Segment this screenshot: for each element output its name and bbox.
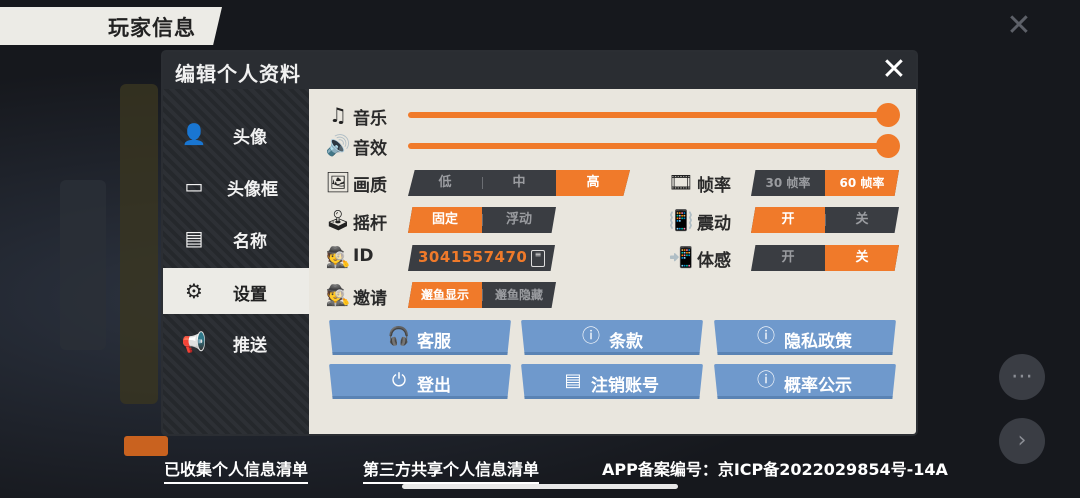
button-label: 注销账号 [591, 376, 659, 396]
joystick-selector: 固定 浮动 [408, 207, 556, 233]
screen-title-tab: 玩家信息 [0, 7, 222, 45]
sfx-slider[interactable] [408, 134, 900, 158]
power-icon: ⏻ [391, 370, 407, 391]
collected-info-link[interactable]: 已收集个人信息清单 [164, 456, 309, 484]
vibration-label: 震动 [697, 214, 731, 234]
button-label: 条款 [609, 332, 643, 352]
button-label: 概率公示 [784, 376, 852, 396]
sidebar-item-label: 名称 [233, 232, 267, 252]
panel-title: 编辑个人资料 [175, 62, 301, 86]
speaker-icon: 🔊 [325, 133, 351, 157]
sidebar-item-label: 推送 [233, 336, 267, 356]
framerate-label: 帧率 [697, 176, 731, 196]
sidebar: 👤 头像 ▭ 头像框 ▤ 名称 ⚙ 设置 📢 推送 [163, 89, 309, 434]
vibration-option-off[interactable]: 关 [825, 207, 899, 233]
vibration-selector: 开 关 [751, 207, 899, 233]
panel-header: 编辑个人资料 ✕ [163, 52, 916, 89]
background-card [120, 84, 158, 404]
id-value: 3041557470 [418, 248, 528, 266]
sidebar-item-name[interactable]: ▤ 名称 [163, 215, 309, 261]
id-card-icon: ▤ [184, 226, 204, 250]
sfx-slider-knob[interactable] [876, 134, 900, 158]
copy-icon[interactable]: ≡ [531, 250, 545, 267]
shield-info-icon: ⓘ [757, 370, 775, 391]
invite-option-hide[interactable]: 邂鱼隐藏 [482, 282, 556, 308]
quality-option-low[interactable]: 低 [408, 170, 482, 196]
privacy-policy-button[interactable]: ⓘ 隐私政策 [714, 320, 896, 355]
headset-icon: 🎧 [387, 326, 411, 347]
shield-info-icon: ⓘ [582, 326, 600, 347]
motion-selector: 开 关 [751, 245, 899, 271]
image-icon: 🖼 [325, 170, 351, 194]
invite-selector: 邂鱼显示 邂鱼隐藏 [408, 282, 556, 308]
id-card-icon: ▤ [564, 370, 582, 391]
button-label: 登出 [417, 376, 451, 396]
close-icon[interactable]: ✕ [878, 54, 910, 86]
sidebar-item-label: 头像 [233, 128, 267, 148]
background-round-button: › [999, 418, 1045, 464]
vibrate-icon: 📳 [668, 208, 694, 232]
vibration-option-on[interactable]: 开 [751, 207, 825, 233]
button-label: 隐私政策 [784, 332, 852, 352]
gear-icon: ⚙ [185, 279, 203, 303]
sfx-label: 音效 [353, 139, 387, 159]
motion-icon: 📲 [668, 245, 694, 269]
sidebar-item-label: 头像框 [227, 180, 278, 200]
terms-button[interactable]: ⓘ 条款 [521, 320, 703, 355]
quality-option-medium[interactable]: 中 [482, 170, 556, 196]
background-card [60, 180, 106, 350]
quality-label: 画质 [353, 176, 387, 196]
invite-label: 邀请 [353, 289, 387, 309]
sidebar-item-settings[interactable]: ⚙ 设置 [163, 268, 309, 314]
background-close-icon: ✕ [1006, 8, 1032, 43]
quality-selector: 低 中 高 [408, 170, 630, 196]
sidebar-item-push[interactable]: 📢 推送 [163, 319, 309, 365]
shield-info-icon: ⓘ [757, 326, 775, 347]
music-slider-knob[interactable] [876, 103, 900, 127]
icp-number: APP备案编号：京ICP备2022029854号-14A [602, 460, 948, 479]
invite-icon: 🕵 [325, 283, 351, 307]
delete-account-button[interactable]: ▤ 注销账号 [521, 364, 703, 399]
joystick-option-floating[interactable]: 浮动 [482, 207, 556, 233]
button-label: 客服 [417, 332, 451, 352]
screen-title: 玩家信息 [108, 16, 196, 40]
agent-icon: 🕵 [325, 245, 351, 269]
invite-option-show[interactable]: 邂鱼显示 [408, 282, 482, 308]
edit-profile-panel: 编辑个人资料 ✕ 👤 头像 ▭ 头像框 ▤ 名称 ⚙ 设置 📢 推送 ♫ 音乐 … [163, 52, 916, 434]
sidebar-item-avatar-frame[interactable]: ▭ 头像框 [163, 163, 309, 209]
id-field: 3041557470 ≡ [408, 245, 555, 271]
sidebar-item-avatar[interactable]: 👤 头像 [163, 111, 309, 157]
avatar-icon: 👤 [181, 122, 207, 146]
motion-option-off[interactable]: 关 [825, 245, 899, 271]
motion-label: 体感 [697, 251, 731, 271]
id-label: ID [353, 246, 374, 266]
framerate-option-60[interactable]: 60 帧率 [825, 170, 899, 196]
joystick-option-fixed[interactable]: 固定 [408, 207, 482, 233]
film-icon: 🎞 [668, 170, 694, 194]
quality-option-high[interactable]: 高 [556, 170, 630, 196]
logout-button[interactable]: ⏻ 登出 [329, 364, 511, 399]
background-round-button: ⋯ [999, 354, 1045, 400]
music-note-icon: ♫ [329, 103, 347, 127]
megaphone-icon: 📢 [181, 330, 207, 354]
music-label: 音乐 [353, 109, 387, 129]
joystick-label: 摇杆 [353, 214, 387, 234]
probability-disclosure-button[interactable]: ⓘ 概率公示 [714, 364, 896, 399]
background-badge [124, 436, 168, 456]
frame-icon: ▭ [184, 174, 204, 198]
framerate-option-30[interactable]: 30 帧率 [751, 170, 825, 196]
home-indicator[interactable] [402, 484, 678, 489]
joystick-icon: 🕹 [325, 208, 351, 232]
shared-info-link[interactable]: 第三方共享个人信息清单 [363, 456, 540, 484]
customer-service-button[interactable]: 🎧 客服 [329, 320, 511, 355]
framerate-selector: 30 帧率 60 帧率 [751, 170, 899, 196]
music-slider[interactable] [408, 103, 900, 127]
motion-option-on[interactable]: 开 [751, 245, 825, 271]
sidebar-item-label: 设置 [233, 285, 267, 305]
